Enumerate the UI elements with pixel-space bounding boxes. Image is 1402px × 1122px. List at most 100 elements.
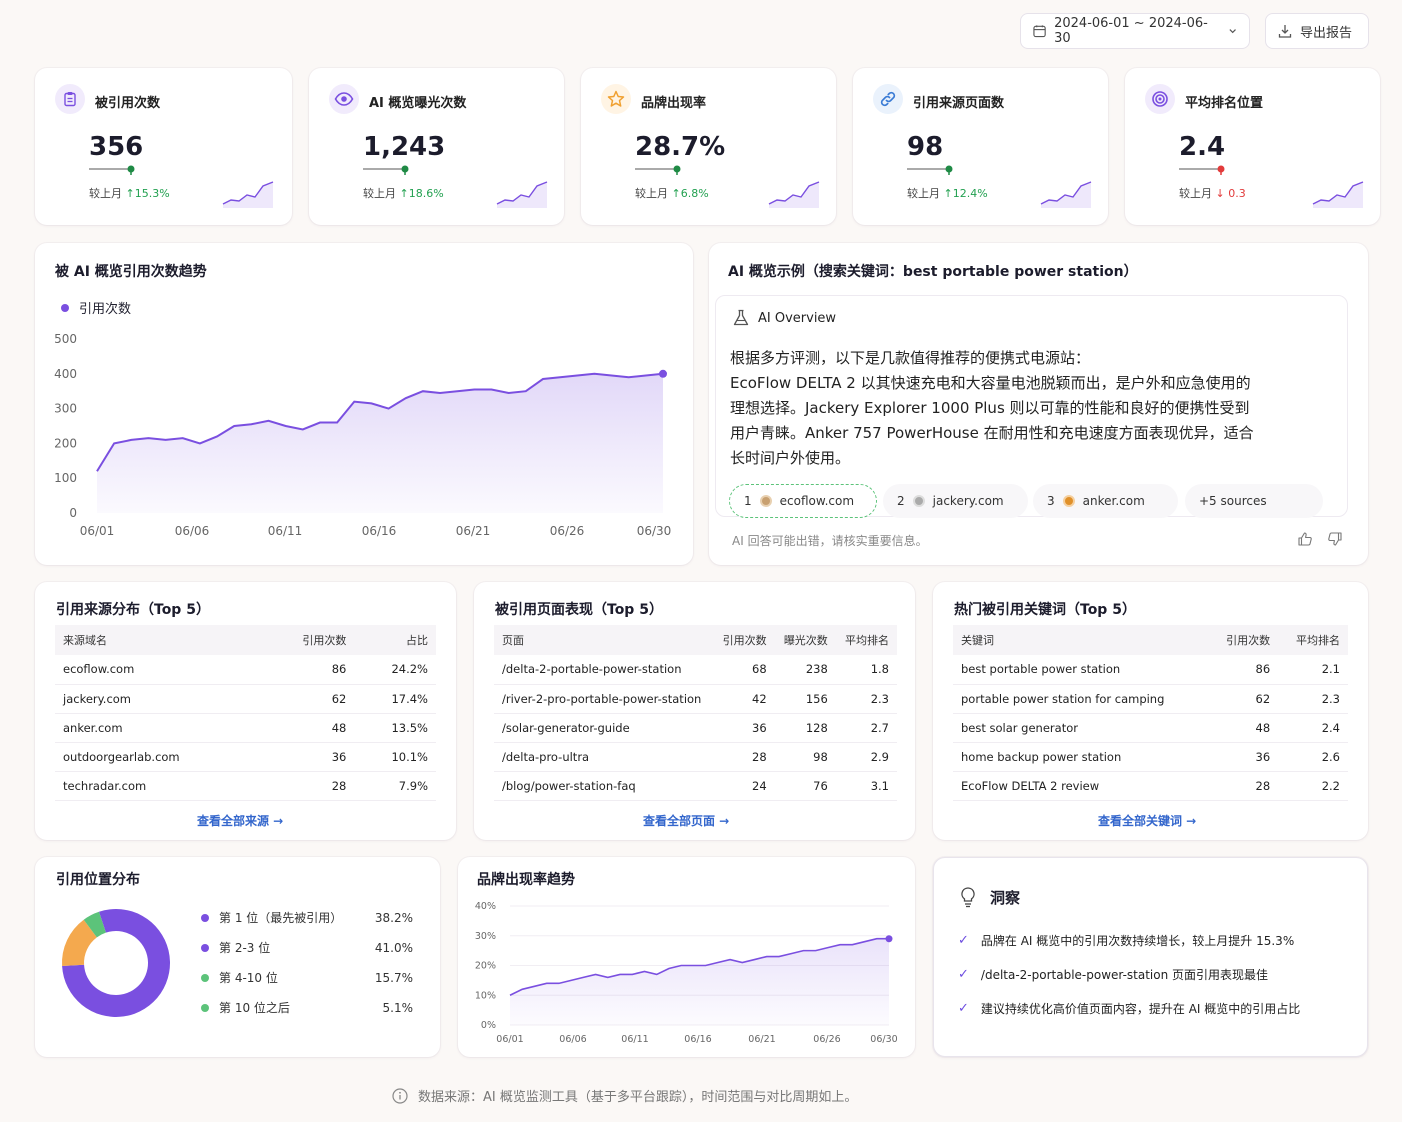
eye-icon	[329, 84, 359, 114]
kpi-marker-icon	[89, 165, 135, 175]
legend-dot	[61, 303, 69, 312]
y-tick-label: 100	[54, 471, 77, 485]
donut-legend-item: 第 1 位（最先被引用） 38.2%	[201, 909, 413, 926]
thumbs-up-icon[interactable]	[1297, 531, 1313, 547]
more-sources-chip[interactable]: +5 sources	[1185, 484, 1323, 518]
kpi-card: 品牌出现率 28.7% 较上月 ↑6.8%	[581, 68, 836, 225]
column-header: 曝光次数	[774, 625, 836, 655]
table-cell: 156	[774, 684, 836, 714]
kpi-value: 356	[89, 132, 144, 162]
check-icon: ✓	[958, 967, 969, 982]
last-point-marker	[659, 369, 667, 378]
legend-percent: 41.0%	[374, 940, 413, 955]
view-all-pages-link[interactable]: 查看全部页面 →	[643, 812, 729, 829]
y-tick-label: 0%	[481, 1020, 496, 1031]
view-all-keywords-link[interactable]: 查看全部关键词 →	[1098, 812, 1196, 829]
table-row[interactable]: EcoFlow DELTA 2 review 28 2.2	[953, 771, 1348, 801]
last-point-marker	[885, 935, 893, 943]
x-tick-label: 06/11	[268, 524, 303, 538]
legend-label: 第 2-3 位	[219, 941, 271, 955]
source-chip-2[interactable]: 2 jackery.com	[883, 484, 1028, 518]
kpi-delta: 较上月 ↑12.4%	[907, 185, 988, 201]
y-tick-label: 10%	[475, 990, 496, 1001]
export-report-button[interactable]: 导出报告	[1265, 13, 1369, 49]
table-row[interactable]: jackery.com 62 17.4%	[55, 684, 436, 714]
table-cell: 76	[774, 771, 836, 801]
kpi-card: 平均排名位置 2.4 较上月 ↓ 0.3	[1125, 68, 1380, 225]
date-range-picker[interactable]: 2024-06-01 ~ 2024-06-30	[1020, 13, 1250, 49]
kpi-value: 1,243	[363, 132, 446, 162]
data-source-note: 数据来源：AI 概览监测工具（基于多平台跟踪），时间范围与对比周期如上。	[392, 1086, 857, 1105]
insight-item: ✓ 品牌在 AI 概览中的引用次数持续增长，较上月提升 15.3%	[958, 932, 1294, 949]
citation-position-title: 引用位置分布	[56, 872, 140, 888]
table-cell: 42	[713, 684, 775, 714]
source-chip-1[interactable]: 1 ecoflow.com	[729, 484, 877, 518]
overview-line: 理想选择。Jackery Explorer 1000 Plus 则以可靠的性能和…	[730, 399, 1250, 417]
ai-overview-text: 根据多方评测，以下是几款值得推荐的便携式电源站： EcoFlow DELTA 2…	[730, 346, 1330, 471]
table-row[interactable]: best portable power station 86 2.1	[953, 655, 1348, 685]
table-row[interactable]: /delta-pro-ultra 28 98 2.9	[494, 742, 897, 772]
x-tick-label: 06/21	[748, 1034, 775, 1045]
area-fill	[97, 373, 663, 513]
table-cell: 86	[261, 655, 355, 685]
kpi-title: 引用来源页面数	[913, 96, 1005, 111]
insight-text: /delta-2-portable-power-station 页面引用表现最佳	[980, 968, 1269, 982]
clipboard-icon	[55, 84, 85, 114]
overview-line: 用户青睐。Anker 757 PowerHouse 在耐用性和充电速度方面表现优…	[730, 424, 1254, 442]
cited-pages-title: 被引用页面表现（Top 5）	[495, 602, 663, 618]
donut-legend-item: 第 4-10 位 15.7%	[201, 969, 413, 986]
column-header: 页面	[494, 625, 714, 655]
table-cell: /delta-2-portable-power-station	[494, 655, 714, 685]
table-row[interactable]: /solar-generator-guide 36 128 2.7	[494, 713, 897, 743]
site-favicon-icon	[1062, 495, 1075, 507]
table-cell: 98	[774, 742, 836, 772]
table-row[interactable]: /blog/power-station-faq 24 76 3.1	[494, 771, 897, 801]
column-header: 引用次数	[713, 625, 775, 655]
table-cell: 68	[713, 655, 775, 685]
column-header: 平均排名	[1278, 625, 1348, 655]
table-row[interactable]: best solar generator 48 2.4	[953, 713, 1348, 743]
table-row[interactable]: /delta-2-portable-power-station 68 238 1.8	[494, 655, 897, 685]
column-header: 关键词	[953, 625, 1209, 655]
overview-line: 长时间户外使用。	[730, 449, 851, 467]
kpi-delta: 较上月 ↑18.6%	[363, 185, 444, 201]
thumbs-down-icon[interactable]	[1327, 531, 1343, 547]
kpi-title: 平均排名位置	[1185, 96, 1264, 111]
column-header: 占比	[354, 625, 436, 655]
table-cell: 10.1%	[354, 742, 436, 772]
kpi-value: 2.4	[1179, 132, 1226, 162]
view-all-sources-link[interactable]: 查看全部来源 →	[197, 812, 283, 829]
table-cell: 24.2%	[354, 655, 436, 685]
table-cell: 36	[261, 742, 355, 772]
table-cell: /blog/power-station-faq	[494, 771, 714, 801]
star-icon	[601, 84, 631, 114]
table-row[interactable]: ecoflow.com 86 24.2%	[55, 655, 436, 685]
kpi-compare-label: 较上月	[907, 187, 940, 200]
table-cell: 2.2	[1278, 771, 1348, 801]
table-cell: best solar generator	[953, 713, 1209, 743]
table-cell: 2.9	[835, 742, 897, 772]
table-row[interactable]: outdoorgearlab.com 36 10.1%	[55, 742, 436, 772]
top-keywords-title: 热门被引用关键词（Top 5）	[954, 602, 1136, 618]
citation-position-card: 引用位置分布 第 1 位（最先被引用） 38.2% 第 2-3 位 41.0% …	[35, 857, 440, 1057]
y-tick-label: 400	[54, 367, 77, 381]
table-row[interactable]: portable power station for camping 62 2.3	[953, 684, 1348, 714]
brand-rate-trend-card: 品牌出现率趋势 40% 30% 20% 10% 0% 06/01 06/06 06/11 06/…	[458, 857, 915, 1057]
source-chip-3[interactable]: 3 anker.com	[1033, 484, 1178, 518]
x-tick-label: 06/30	[637, 524, 672, 538]
table-row[interactable]: /river-2-pro-portable-power-station 42 156…	[494, 684, 897, 714]
kpi-sparkline	[1312, 181, 1364, 208]
table-row[interactable]: anker.com 48 13.5%	[55, 713, 436, 743]
citation-trend-title: 被 AI 概览引用次数趋势	[55, 264, 207, 280]
legend-label: 第 4-10 位	[219, 971, 278, 985]
source-number: 3	[1047, 494, 1055, 508]
table-cell: outdoorgearlab.com	[55, 742, 262, 772]
table-cell: 1.8	[835, 655, 897, 685]
table-cell: 128	[774, 713, 836, 743]
check-icon: ✓	[958, 1001, 969, 1016]
insight-item: ✓ 建议持续优化高价值页面内容，提升在 AI 概览中的引用占比	[958, 1000, 1300, 1017]
table-row[interactable]: home backup power station 36 2.6	[953, 742, 1348, 772]
table-row[interactable]: techradar.com 28 7.9%	[55, 771, 436, 801]
table-cell: 62	[261, 684, 355, 714]
y-tick-label: 500	[54, 332, 77, 346]
